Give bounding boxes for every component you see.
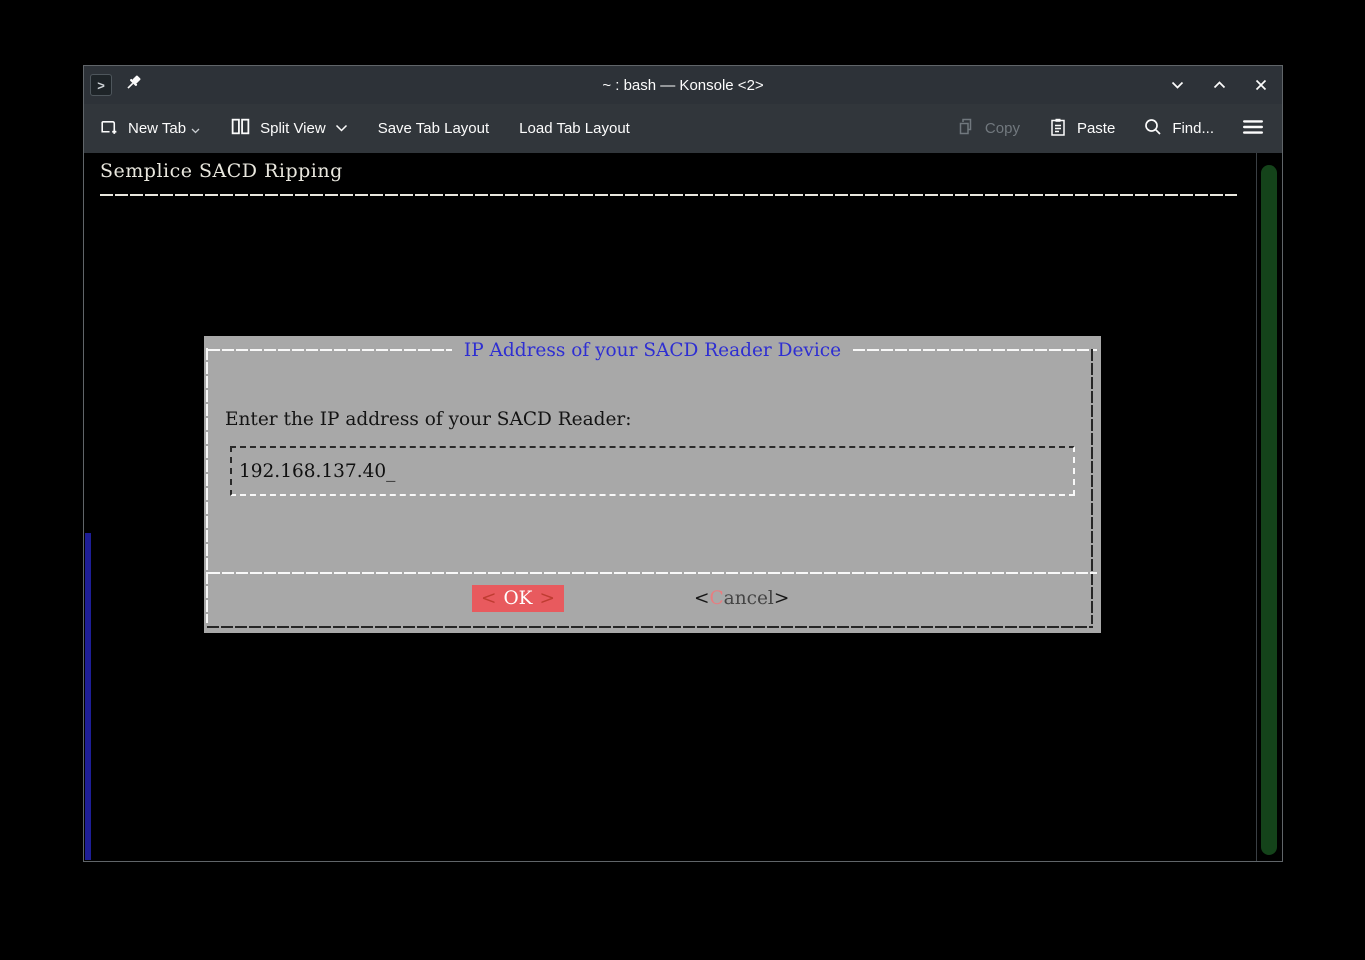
- copy-icon: [956, 117, 976, 141]
- dialog-title: IP Address of your SACD Reader Device: [463, 339, 842, 361]
- titlebar[interactable]: ~ : bash — Konsole <2> >: [84, 66, 1282, 104]
- window-title: ~ : bash — Konsole <2>: [602, 76, 764, 94]
- dialog-title-row: IP Address of your SACD Reader Device: [208, 339, 1097, 361]
- split-view-icon: [230, 116, 251, 141]
- scrollbar-thumb[interactable]: [1261, 165, 1277, 855]
- sacd-ip-dialog: IP Address of your SACD Reader Device En…: [204, 336, 1101, 633]
- copy-button[interactable]: Copy: [956, 117, 1020, 141]
- split-view-button[interactable]: Split View: [230, 116, 348, 141]
- save-tab-layout-label: Save Tab Layout: [377, 120, 490, 137]
- cancel-label-rest: ancel: [723, 588, 774, 609]
- ip-address-input[interactable]: 192.168.137.40 _: [230, 446, 1075, 496]
- dialog-border-left: [206, 348, 208, 623]
- cancel-button[interactable]: < C ancel >: [694, 585, 789, 612]
- dialog-prompt: Enter the IP address of your SACD Reader…: [225, 409, 632, 430]
- dialog-border-bottom: [207, 626, 1093, 628]
- dialog-border-dash-right: [853, 349, 1097, 351]
- paste-button[interactable]: Paste: [1048, 117, 1115, 141]
- cancel-right-bracket: >: [773, 588, 790, 609]
- save-tab-layout-button[interactable]: Save Tab Layout: [378, 120, 489, 137]
- dialog-border-right: [1091, 349, 1093, 624]
- new-tab-icon: [98, 116, 119, 141]
- konsole-window: ~ : bash — Konsole <2> > New Tab Split V…: [83, 65, 1283, 862]
- ok-button[interactable]: < OK >: [472, 585, 564, 612]
- new-tab-button[interactable]: New Tab: [98, 116, 200, 141]
- konsole-app-icon: >: [90, 74, 112, 96]
- pin-icon[interactable]: [125, 74, 142, 96]
- ok-label: OK: [503, 588, 533, 609]
- paste-label: Paste: [1076, 120, 1116, 137]
- terminal-view[interactable]: Semplice SACD Ripping IP Address of your…: [84, 153, 1282, 861]
- toolbar: New Tab Split View Save Tab Layout Load …: [84, 104, 1282, 153]
- find-label: Find...: [1172, 120, 1214, 137]
- ip-address-value: 192.168.137.40: [239, 460, 387, 482]
- text-cursor: _: [386, 460, 396, 482]
- ok-left-bracket: <: [481, 588, 497, 609]
- new-tab-dropdown-chevron-icon: [191, 121, 200, 138]
- dialog-separator-line: [208, 572, 1097, 574]
- maximize-button[interactable]: [1212, 79, 1227, 91]
- close-button[interactable]: [1254, 78, 1268, 92]
- new-tab-label: New Tab: [128, 120, 187, 137]
- cancel-left-bracket: <: [694, 588, 710, 609]
- terminal-scrollbar[interactable]: [1256, 153, 1282, 861]
- left-blue-cursor-line: [85, 533, 91, 860]
- terminal-header-text: Semplice SACD Ripping: [100, 160, 343, 182]
- ok-right-bracket: >: [539, 588, 555, 609]
- hamburger-menu-icon: [1242, 118, 1264, 140]
- copy-label: Copy: [984, 120, 1020, 137]
- load-tab-layout-label: Load Tab Layout: [519, 120, 630, 137]
- find-button[interactable]: Find...: [1143, 117, 1214, 141]
- paste-icon: [1048, 117, 1068, 141]
- load-tab-layout-button[interactable]: Load Tab Layout: [519, 120, 630, 137]
- terminal-horizontal-rule: [100, 194, 1237, 196]
- cancel-hotkey: C: [709, 588, 724, 609]
- dialog-border-dash-left: [208, 349, 452, 351]
- split-view-label: Split View: [260, 120, 326, 137]
- search-icon: [1143, 117, 1163, 141]
- minimize-button[interactable]: [1170, 79, 1185, 91]
- hamburger-menu-button[interactable]: [1242, 118, 1264, 140]
- split-view-dropdown-chevron-icon: [335, 120, 348, 137]
